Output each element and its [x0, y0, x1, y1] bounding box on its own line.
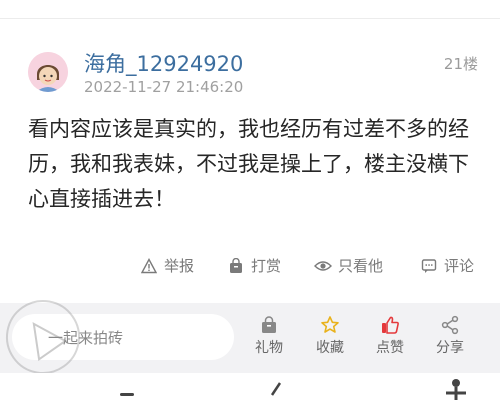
gift-bag-icon — [227, 257, 245, 275]
post-timestamp: 2022-11-27 21:46:20 — [84, 78, 244, 96]
post-actions: 举报 打赏 只看他 评论 — [0, 255, 500, 283]
gift-label: 礼物 — [255, 340, 283, 356]
share-icon — [423, 313, 477, 337]
share-button[interactable]: 分享 — [423, 313, 477, 357]
avatar-icon — [28, 52, 68, 92]
only-author-button[interactable]: 只看他 — [314, 255, 383, 276]
favorite-button[interactable]: 收藏 — [303, 313, 357, 357]
star-icon — [303, 313, 357, 337]
top-divider — [0, 18, 500, 19]
report-button[interactable]: 举报 — [140, 255, 194, 276]
comment-bubble-icon — [420, 257, 438, 275]
warning-triangle-icon — [140, 257, 158, 275]
username[interactable]: 海角_12924920 — [84, 48, 243, 78]
post-content: 看内容应该是真实的，我也经历有过差不多的经历，我和我表妹，不过我是操上了，楼主没… — [28, 117, 469, 211]
nav-recents-icon — [120, 393, 134, 396]
nav-accessibility-icon — [452, 379, 460, 387]
report-label: 举报 — [164, 257, 195, 275]
tip-label: 打赏 — [251, 257, 282, 275]
comment-action-label: 评论 — [444, 257, 475, 275]
gift-button[interactable]: 礼物 — [242, 313, 296, 357]
floor-number: 21楼 — [443, 55, 478, 73]
comment-action-button[interactable]: 评论 — [420, 255, 474, 276]
share-label: 分享 — [436, 340, 464, 356]
like-label: 点赞 — [376, 340, 404, 356]
gift-icon — [242, 313, 296, 337]
like-button[interactable]: 点赞 — [363, 313, 417, 357]
tip-button[interactable]: 打赏 — [227, 255, 281, 276]
only-author-label: 只看他 — [338, 257, 384, 275]
eye-icon — [314, 257, 332, 275]
favorite-label: 收藏 — [316, 340, 344, 356]
thumbs-up-icon — [363, 313, 417, 337]
system-navigation-bar — [0, 373, 500, 400]
avatar[interactable] — [28, 52, 68, 92]
nav-back-icon — [270, 382, 282, 396]
